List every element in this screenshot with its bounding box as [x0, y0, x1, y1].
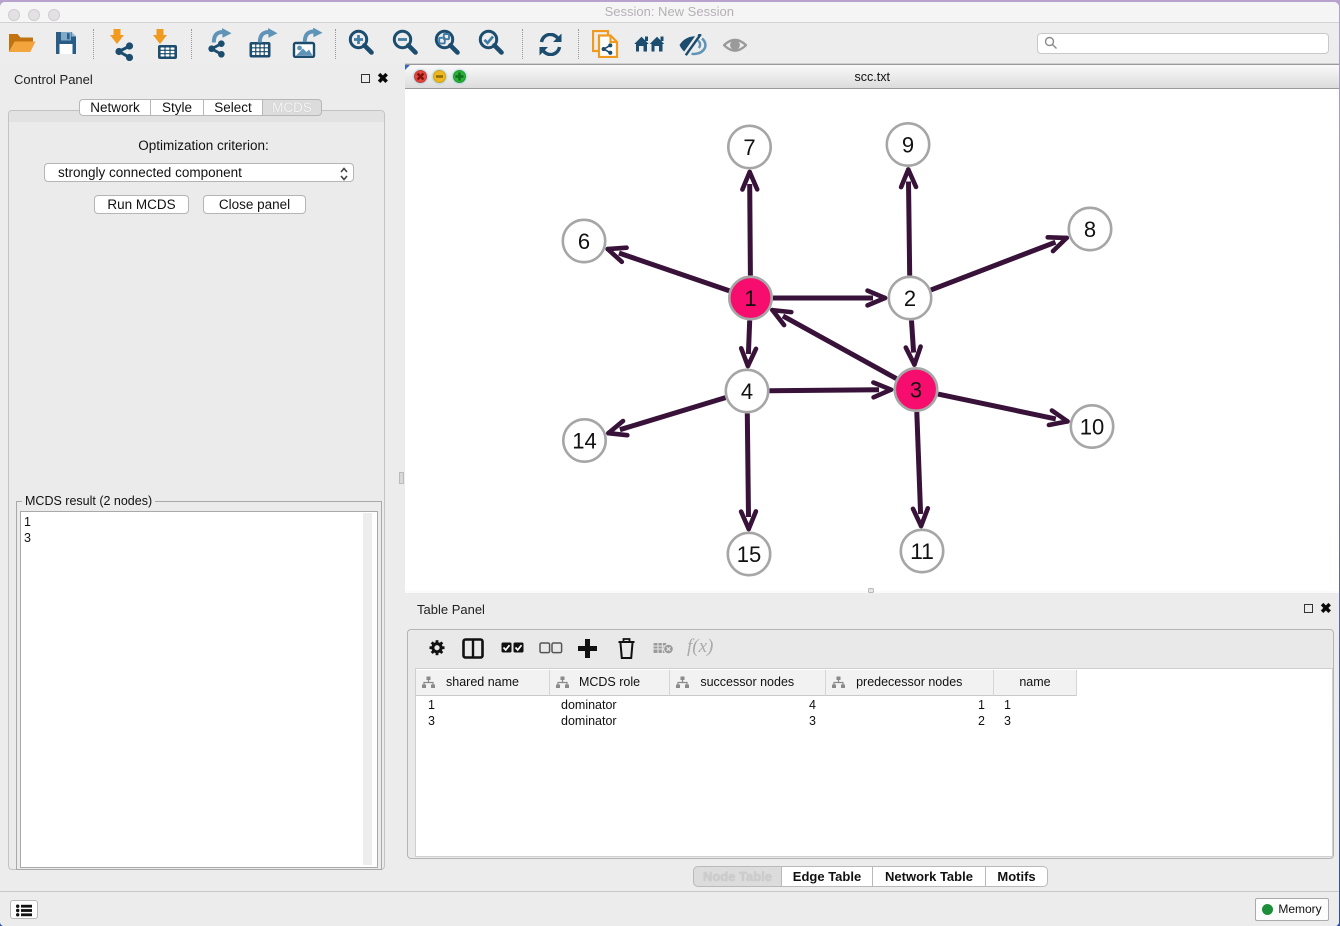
svg-text:7: 7: [743, 135, 755, 160]
svg-text:1: 1: [744, 286, 756, 311]
svg-text:11: 11: [910, 539, 933, 564]
svg-text:6: 6: [577, 229, 589, 254]
svg-text:14: 14: [572, 428, 596, 453]
svg-text:3: 3: [909, 377, 921, 402]
svg-text:8: 8: [1083, 217, 1095, 242]
svg-text:4: 4: [740, 379, 752, 404]
svg-text:9: 9: [901, 132, 913, 157]
svg-text:15: 15: [736, 542, 760, 567]
svg-text:2: 2: [903, 286, 915, 311]
svg-text:10: 10: [1079, 414, 1103, 439]
